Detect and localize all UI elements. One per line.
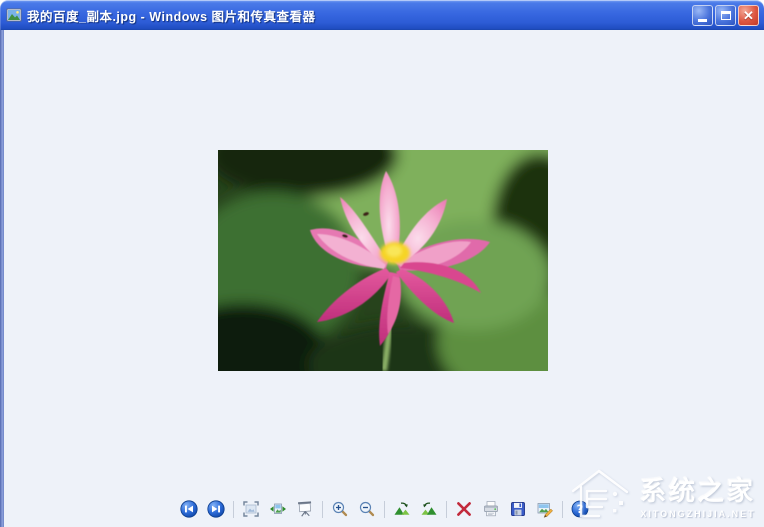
slideshow-button[interactable] (295, 499, 315, 519)
picture-viewer-window: 我的百度_副本.jpg - Windows 图片和传真查看器 ✕ (0, 0, 764, 527)
close-button[interactable]: ✕ (738, 5, 759, 26)
zoom-out-button[interactable] (357, 499, 377, 519)
toolbar-separator (233, 501, 234, 518)
actual-size-button[interactable] (268, 499, 288, 519)
window-title: 我的百度_副本.jpg - Windows 图片和传真查看器 (27, 6, 687, 25)
titlebar: 我的百度_副本.jpg - Windows 图片和传真查看器 ✕ (0, 0, 764, 30)
save-button[interactable] (508, 499, 528, 519)
slideshow-icon (296, 500, 314, 518)
actual-size-icon (269, 500, 287, 518)
zoom-in-icon (331, 500, 349, 518)
next-image-icon (207, 500, 225, 518)
rotate-counterclockwise-icon (420, 500, 438, 518)
rotate-clockwise-icon (393, 500, 411, 518)
minimize-button[interactable] (692, 5, 713, 26)
save-icon (509, 500, 527, 518)
delete-icon (455, 500, 473, 518)
picture-viewer-icon (6, 7, 22, 23)
rotate-counterclockwise-button[interactable] (419, 499, 439, 519)
window-left-border (0, 30, 4, 527)
toolbar-separator (446, 501, 447, 518)
maximize-icon (721, 11, 731, 20)
best-fit-button[interactable] (241, 499, 261, 519)
toolbar-separator (562, 501, 563, 518)
toolbar-separator (384, 501, 385, 518)
help-icon: ? (571, 500, 589, 518)
previous-image-button[interactable] (179, 499, 199, 519)
svg-text:?: ? (576, 502, 583, 516)
edit-icon (536, 500, 554, 518)
print-icon (482, 500, 500, 518)
close-icon: ✕ (743, 9, 754, 22)
rotate-clockwise-button[interactable] (392, 499, 412, 519)
help-button[interactable]: ? (570, 499, 590, 519)
edit-button[interactable] (535, 499, 555, 519)
delete-button[interactable] (454, 499, 474, 519)
photo-lotus (218, 150, 548, 371)
previous-image-icon (180, 500, 198, 518)
zoom-in-button[interactable] (330, 499, 350, 519)
minimize-icon (698, 19, 707, 22)
toolbar-separator (322, 501, 323, 518)
print-button[interactable] (481, 499, 501, 519)
toolbar: ? (4, 496, 764, 522)
best-fit-icon (242, 500, 260, 518)
maximize-button[interactable] (715, 5, 736, 26)
next-image-button[interactable] (206, 499, 226, 519)
zoom-out-icon (358, 500, 376, 518)
window-controls: ✕ (692, 5, 759, 26)
